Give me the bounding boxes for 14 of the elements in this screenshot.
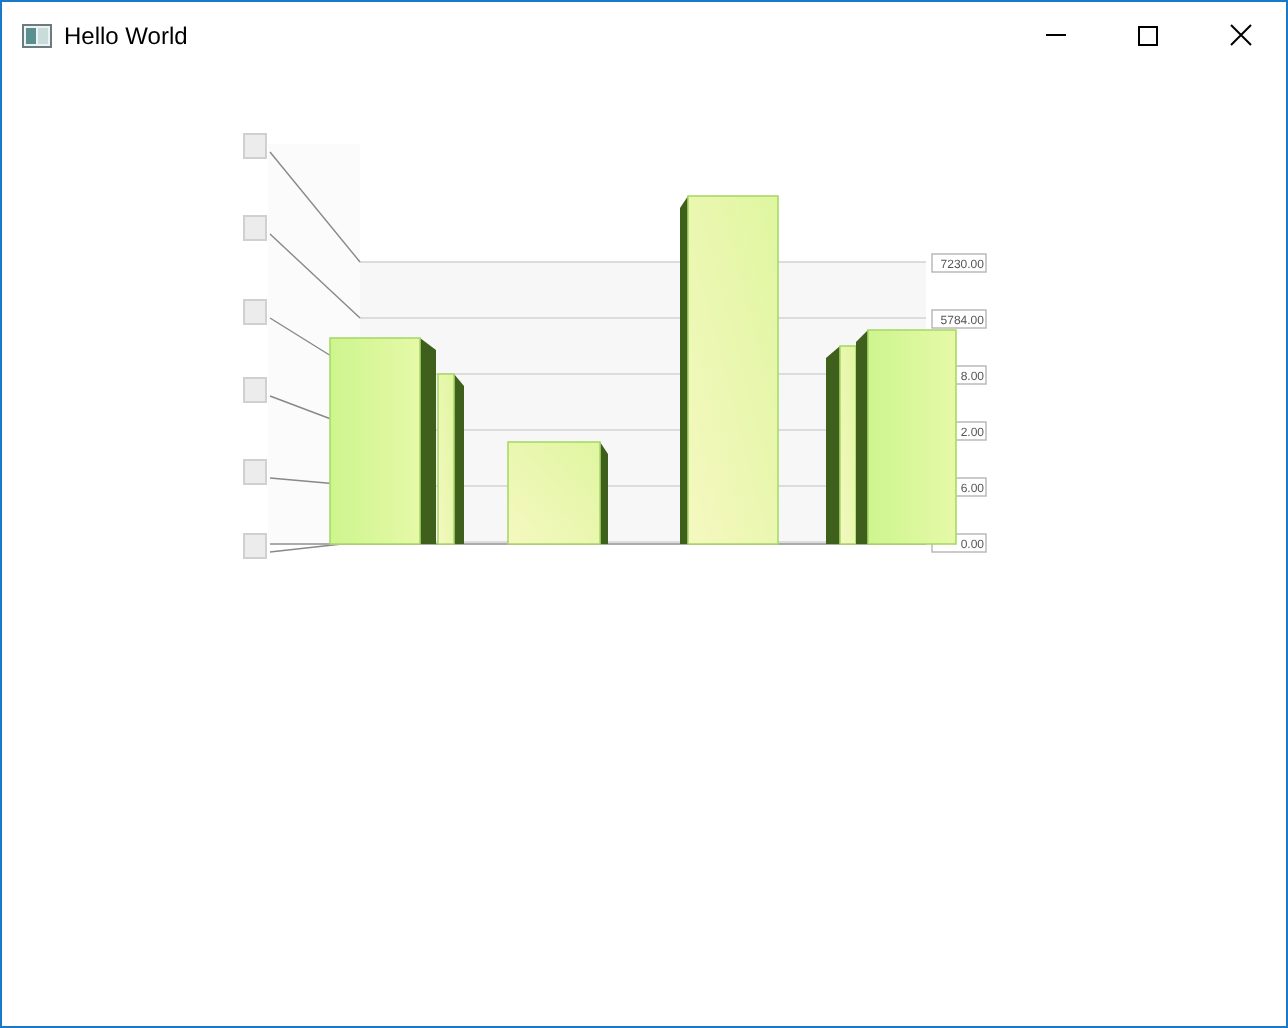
app-icon	[22, 23, 52, 47]
minimize-icon	[1046, 34, 1066, 36]
axis-tag-icon	[243, 299, 267, 325]
axis-tag-icon	[243, 459, 267, 485]
axis-tag-icon	[243, 215, 267, 241]
window-title: Hello World	[64, 19, 188, 53]
bar	[507, 441, 608, 545]
axis-tag-icon	[243, 377, 267, 403]
maximize-icon	[1138, 25, 1158, 45]
axis-tag-icon	[243, 133, 267, 159]
axis-tag-icon	[243, 533, 267, 559]
axis-label-box	[931, 253, 987, 273]
axis-label-box	[931, 309, 987, 329]
close-icon	[1229, 24, 1251, 46]
